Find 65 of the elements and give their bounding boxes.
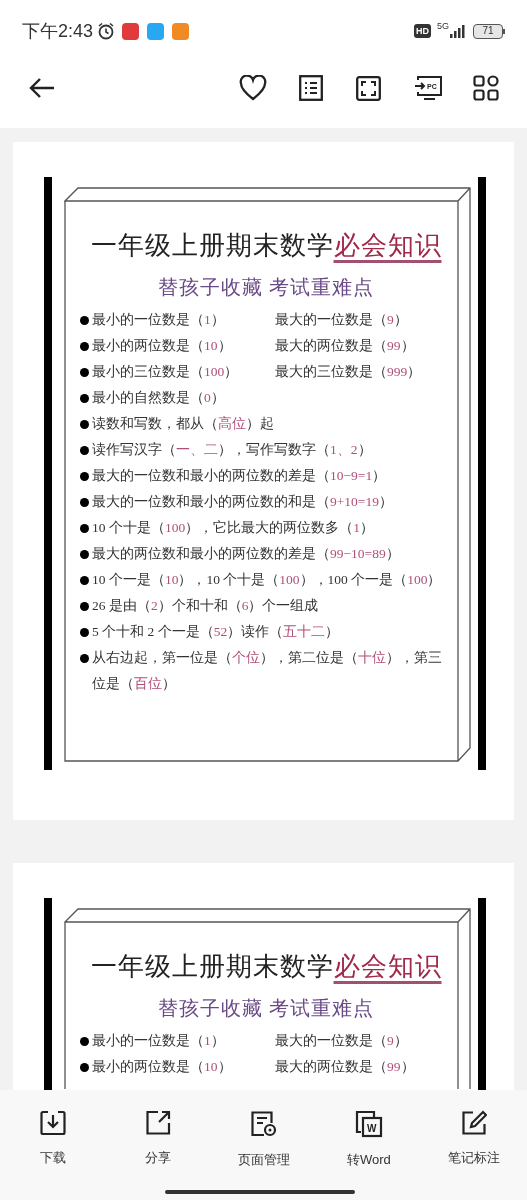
app-notification-icon bbox=[147, 22, 165, 40]
knowledge-point: 从右边起，第一位是（个位），第二位是（十位），第三位是（百位） bbox=[92, 649, 443, 693]
bullet-icon bbox=[80, 368, 89, 377]
knowledge-point: 最大的两位数是（99） bbox=[275, 337, 416, 355]
document-subtitle: 替孩子收藏 考试重难点 bbox=[157, 275, 375, 300]
knowledge-point: 5 个十和 2 个一是（52）读作（五十二） bbox=[92, 623, 341, 641]
knowledge-point: 最大的一位数和最小的两位数的差是（10−9=1） bbox=[92, 467, 388, 485]
knowledge-point: 26 是由（2）个和十和（6）个一组成 bbox=[92, 597, 320, 615]
bullet-icon bbox=[80, 524, 89, 533]
alarm-clock-icon bbox=[97, 22, 116, 40]
grid-icon[interactable] bbox=[473, 75, 499, 101]
hd-badge: HD bbox=[414, 24, 431, 38]
network-type: 5G bbox=[437, 22, 449, 31]
knowledge-point: 读数和写数，都从（高位）起 bbox=[92, 415, 275, 433]
bullet-icon bbox=[80, 420, 89, 429]
bullet-icon bbox=[80, 394, 89, 403]
word-button[interactable]: W 转Word bbox=[316, 1110, 422, 1170]
knowledge-point: 最小的一位数是（1） bbox=[92, 311, 226, 329]
bullet-icon bbox=[80, 654, 89, 663]
app-notification-icon bbox=[122, 22, 140, 40]
knowledge-point: 最大的两位数和最小的两位数的差是（99−10=89） bbox=[92, 545, 401, 563]
bullet-icon bbox=[80, 576, 89, 585]
knowledge-point: 最小的两位数是（10） bbox=[92, 337, 233, 355]
bullet-icon bbox=[80, 316, 89, 325]
status-time: 下午2:43 bbox=[22, 19, 94, 43]
back-arrow-icon[interactable] bbox=[28, 76, 56, 100]
knowledge-point: 最大的一位数和最小的两位数的和是（9+10=19） bbox=[92, 493, 394, 511]
knowledge-point: 最小的自然数是（0） bbox=[92, 389, 226, 407]
note-button[interactable]: 笔记标注 bbox=[421, 1110, 527, 1170]
document-title: 一年级上册期末数学必会知识 bbox=[89, 951, 443, 983]
bullet-icon bbox=[80, 342, 89, 351]
bullet-icon bbox=[80, 1063, 89, 1072]
edit-note-icon bbox=[461, 1110, 488, 1136]
knowledge-point: 读作写汉字（一、二），写作写数字（1、2） bbox=[92, 441, 373, 459]
knowledge-point: 最大的一位数是（9） bbox=[275, 1032, 409, 1050]
knowledge-point: 最大的一位数是（9） bbox=[275, 311, 409, 329]
knowledge-point: 最小的三位数是（100） bbox=[92, 363, 240, 381]
download-button[interactable]: 下载 bbox=[0, 1110, 106, 1170]
download-icon bbox=[39, 1110, 66, 1136]
document-title: 一年级上册期末数学必会知识 bbox=[89, 230, 443, 262]
bullet-icon bbox=[80, 472, 89, 481]
knowledge-point: 最大的三位数是（999） bbox=[275, 363, 423, 381]
knowledge-point: 最小的一位数是（1） bbox=[92, 1032, 226, 1050]
fullscreen-icon[interactable] bbox=[356, 75, 381, 101]
bullet-icon bbox=[80, 550, 89, 559]
pages-button[interactable]: 页面管理 bbox=[210, 1110, 317, 1170]
bullet-icon bbox=[80, 498, 89, 507]
knowledge-point: 最大的两位数是（99） bbox=[275, 1058, 416, 1076]
share-icon bbox=[145, 1110, 172, 1136]
bullet-icon bbox=[80, 446, 89, 455]
knowledge-point: 10 个一是（10），10 个十是（100），100 个一是（100） bbox=[92, 571, 443, 589]
app-notification-icon bbox=[172, 22, 190, 40]
bullet-icon bbox=[80, 1037, 89, 1046]
bullet-icon bbox=[80, 628, 89, 637]
heart-icon[interactable] bbox=[239, 75, 267, 101]
knowledge-point: 最小的两位数是（10） bbox=[92, 1058, 233, 1076]
w-letter: W bbox=[366, 1123, 377, 1134]
page-settings-icon bbox=[249, 1110, 278, 1138]
share-button[interactable]: 分享 bbox=[105, 1110, 211, 1170]
signal-icon bbox=[449, 24, 467, 38]
bullet-icon bbox=[80, 602, 89, 611]
list-icon[interactable] bbox=[299, 75, 323, 101]
document-subtitle: 替孩子收藏 考试重难点 bbox=[157, 996, 375, 1021]
battery-level-text: 71 bbox=[482, 26, 494, 36]
knowledge-point: 10 个十是（100），它比最大的两位数多（1） bbox=[92, 519, 375, 537]
